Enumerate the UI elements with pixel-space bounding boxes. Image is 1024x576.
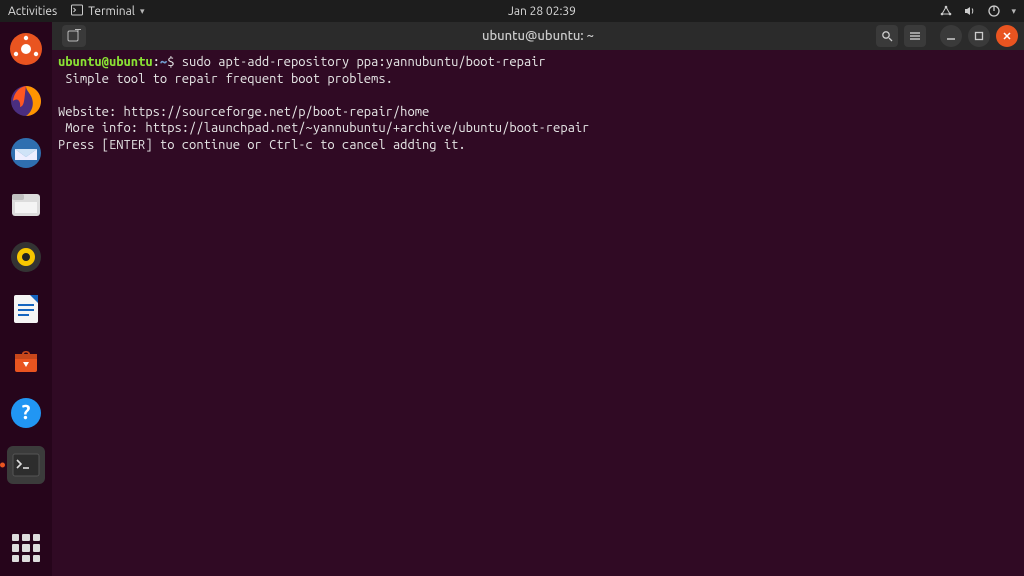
chevron-down-icon: ▾ (140, 6, 145, 17)
software-center-icon[interactable] (7, 342, 45, 380)
minimize-button[interactable] (940, 25, 962, 47)
svg-text:?: ? (22, 400, 31, 423)
output-line: More info: https://launchpad.net/~yannub… (58, 121, 589, 135)
thunderbird-icon[interactable] (7, 134, 45, 172)
activities-button[interactable]: Activities (8, 5, 57, 18)
app-menu-label: Terminal (88, 5, 135, 18)
output-line: Simple tool to repair frequent boot prob… (58, 72, 393, 86)
show-apps-button[interactable] (0, 534, 52, 562)
top-bar: Activities Terminal ▾ Jan 28 02:39 ▾ (0, 0, 1024, 22)
search-button[interactable] (876, 25, 898, 47)
app-menu[interactable]: Terminal ▾ (71, 4, 144, 19)
hamburger-menu-button[interactable] (904, 25, 926, 47)
terminal-body[interactable]: ubuntu@ubuntu:~$ sudo apt-add-repository… (52, 50, 1024, 576)
terminal-menu-icon (71, 4, 83, 19)
dock: ? (0, 22, 52, 576)
prompt-dollar: $ (167, 55, 182, 69)
help-icon[interactable]: ? (7, 394, 45, 432)
window-titlebar[interactable]: ubuntu@ubuntu: ~ (52, 22, 1024, 50)
terminal-icon[interactable] (7, 446, 45, 484)
command-text: sudo apt-add-repository ppa:yannubuntu/b… (182, 55, 546, 69)
nautilus-icon[interactable] (7, 186, 45, 224)
output-line: Website: https://sourceforge.net/p/boot-… (58, 105, 429, 119)
output-line: Press [ENTER] to continue or Ctrl-c to c… (58, 138, 466, 152)
new-tab-button[interactable] (62, 25, 86, 47)
network-icon[interactable] (939, 4, 953, 18)
firefox-icon[interactable] (7, 82, 45, 120)
prompt-user: ubuntu@ubuntu (58, 55, 153, 69)
close-button[interactable] (996, 25, 1018, 47)
rhythmbox-icon[interactable] (7, 238, 45, 276)
volume-icon[interactable] (963, 4, 977, 18)
power-icon[interactable] (987, 4, 1001, 18)
files-icon[interactable] (7, 30, 45, 68)
clock[interactable]: Jan 28 02:39 (144, 5, 939, 18)
terminal-window: ubuntu@ubuntu: ~ ubuntu@ubuntu:~$ sudo a… (52, 22, 1024, 576)
prompt-colon: : (153, 55, 160, 69)
maximize-button[interactable] (968, 25, 990, 47)
system-menu-chevron-icon[interactable]: ▾ (1011, 6, 1016, 17)
libreoffice-writer-icon[interactable] (7, 290, 45, 328)
